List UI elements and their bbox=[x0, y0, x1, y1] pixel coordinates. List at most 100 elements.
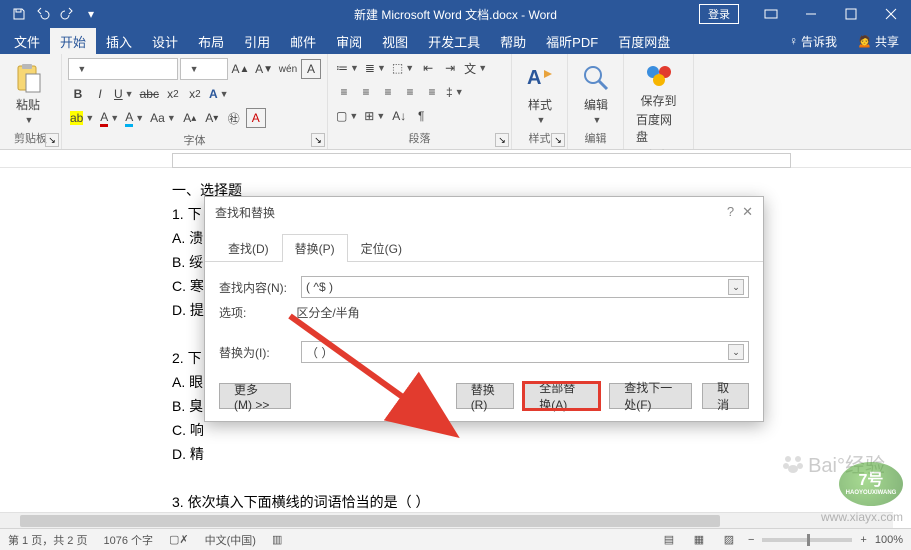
highlight-icon[interactable]: ab▼ bbox=[68, 108, 96, 128]
undo-icon[interactable] bbox=[32, 3, 54, 25]
text-effects-icon[interactable]: A▼ bbox=[207, 84, 231, 104]
tab-review[interactable]: 审阅 bbox=[326, 28, 372, 55]
ruler[interactable] bbox=[0, 150, 911, 168]
zoom-slider[interactable] bbox=[762, 538, 852, 542]
char-shading-icon[interactable]: A▼ bbox=[123, 108, 146, 128]
tab-layout[interactable]: 布局 bbox=[188, 28, 234, 55]
tab-view[interactable]: 视图 bbox=[372, 28, 418, 55]
strikethrough-icon[interactable]: abc bbox=[138, 84, 161, 104]
insert-mode-icon[interactable]: ▥ bbox=[272, 533, 282, 546]
tab-help[interactable]: 帮助 bbox=[490, 28, 536, 55]
tab-insert[interactable]: 插入 bbox=[96, 28, 142, 55]
clear-format-icon[interactable]: A bbox=[246, 108, 266, 128]
find-history-dropdown-icon[interactable]: ⌄ bbox=[728, 279, 744, 295]
replace-with-input[interactable]: （ ） ⌄ bbox=[301, 341, 749, 363]
increase-indent-icon[interactable]: ⇥ bbox=[440, 58, 460, 78]
decrease-indent-icon[interactable]: ⇤ bbox=[418, 58, 438, 78]
tab-baidu[interactable]: 百度网盘 bbox=[608, 28, 680, 55]
font-name-combo[interactable]: .▼ bbox=[68, 58, 178, 80]
close-icon[interactable] bbox=[871, 0, 911, 28]
cancel-button[interactable]: 取消 bbox=[702, 383, 749, 409]
distributed-icon[interactable]: ≡ bbox=[422, 82, 442, 102]
ribbon-display-icon[interactable] bbox=[751, 0, 791, 28]
font-launcher-icon[interactable]: ↘ bbox=[311, 133, 325, 147]
qat-customize-icon[interactable]: ▾ bbox=[80, 3, 102, 25]
char-border-icon[interactable]: A bbox=[301, 59, 321, 79]
tab-pdf[interactable]: 福昕PDF bbox=[536, 28, 608, 55]
align-center-icon[interactable]: ≡ bbox=[356, 82, 376, 102]
redo-icon[interactable] bbox=[56, 3, 78, 25]
replace-history-dropdown-icon[interactable]: ⌄ bbox=[728, 344, 744, 360]
align-right-icon[interactable]: ≡ bbox=[378, 82, 398, 102]
line-spacing-icon[interactable]: ‡▼ bbox=[444, 82, 466, 102]
save-baidu-button[interactable]: 保存到 百度网盘 bbox=[630, 58, 687, 145]
minimize-icon[interactable] bbox=[791, 0, 831, 28]
tab-find-d[interactable]: 查找(D) bbox=[215, 234, 282, 262]
maximize-icon[interactable] bbox=[831, 0, 871, 28]
tab-devtools[interactable]: 开发工具 bbox=[418, 28, 490, 55]
bold-icon[interactable]: B bbox=[68, 84, 88, 104]
find-next-button[interactable]: 查找下一处(F) bbox=[609, 383, 692, 409]
horizontal-scrollbar[interactable] bbox=[0, 512, 893, 528]
save-icon[interactable] bbox=[8, 3, 30, 25]
status-words[interactable]: 1076 个字 bbox=[103, 532, 153, 548]
borders-icon[interactable]: ⊞▼ bbox=[362, 106, 387, 126]
tab-replace-p[interactable]: 替换(P) bbox=[282, 234, 348, 262]
dialog-help-icon[interactable]: ? bbox=[727, 204, 734, 220]
tab-goto-g[interactable]: 定位(G) bbox=[348, 234, 415, 262]
shrink-font2-icon[interactable]: A▾ bbox=[202, 108, 222, 128]
dialog-close-icon[interactable]: ✕ bbox=[742, 204, 753, 220]
shrink-font-icon[interactable]: A▼ bbox=[253, 59, 275, 79]
tellme-button[interactable]: ♀告诉我 bbox=[781, 29, 845, 54]
show-marks-icon[interactable]: ¶ bbox=[411, 106, 431, 126]
superscript-icon[interactable]: x2 bbox=[185, 84, 205, 104]
tab-file[interactable]: 文件 bbox=[4, 28, 50, 55]
share-button[interactable]: 🙍共享 bbox=[849, 29, 907, 54]
status-language[interactable]: 中文(中国) bbox=[205, 532, 256, 548]
bullets-icon[interactable]: ≔▼ bbox=[334, 58, 361, 78]
tab-home[interactable]: 开始 bbox=[50, 28, 96, 55]
replace-button[interactable]: 替换(R) bbox=[456, 383, 515, 409]
find-what-input[interactable]: ( ^$ ) ⌄ bbox=[301, 276, 749, 298]
paragraph-launcher-icon[interactable]: ↘ bbox=[495, 133, 509, 147]
clipboard-launcher-icon[interactable]: ↘ bbox=[45, 133, 59, 147]
editing-button[interactable]: 编辑 ▼ bbox=[574, 62, 618, 125]
zoom-out-icon[interactable]: − bbox=[748, 534, 754, 546]
styles-launcher-icon[interactable]: ↘ bbox=[551, 133, 565, 147]
enclose-chars-icon[interactable]: ㊓ bbox=[224, 108, 244, 128]
zoom-in-icon[interactable]: + bbox=[860, 534, 866, 546]
sort-icon[interactable]: A↓ bbox=[389, 106, 409, 126]
more-button[interactable]: 更多(M) >> bbox=[219, 383, 291, 409]
phonetic-guide-icon[interactable]: wén bbox=[277, 59, 299, 79]
login-button[interactable]: 登录 bbox=[699, 4, 739, 24]
tab-design[interactable]: 设计 bbox=[142, 28, 188, 55]
dialog-titlebar[interactable]: 查找和替换 ? ✕ bbox=[205, 197, 763, 227]
zoom-level[interactable]: 100% bbox=[875, 534, 903, 546]
styles-button[interactable]: A 样式 ▼ bbox=[518, 62, 562, 125]
multilevel-icon[interactable]: ⬚▼ bbox=[390, 58, 416, 78]
numbering-icon[interactable]: ≣▼ bbox=[363, 58, 388, 78]
subscript-icon[interactable]: x2 bbox=[163, 84, 183, 104]
spellcheck-icon[interactable]: ▢✗ bbox=[169, 533, 189, 546]
paste-button[interactable]: 粘贴 ▼ bbox=[6, 62, 50, 125]
readmode-view-icon[interactable]: ▤ bbox=[658, 532, 680, 548]
web-layout-view-icon[interactable]: ▨ bbox=[718, 532, 740, 548]
tab-mailings[interactable]: 邮件 bbox=[280, 28, 326, 55]
underline-icon[interactable]: U▼ bbox=[112, 84, 136, 104]
status-bar: 第 1 页，共 2 页 1076 个字 ▢✗ 中文(中国) ▥ ▤ ▦ ▨ − … bbox=[0, 528, 911, 550]
print-layout-view-icon[interactable]: ▦ bbox=[688, 532, 710, 548]
italic-icon[interactable]: I bbox=[90, 84, 110, 104]
status-page[interactable]: 第 1 页，共 2 页 bbox=[8, 532, 87, 548]
align-left-icon[interactable]: ≡ bbox=[334, 82, 354, 102]
font-color-icon[interactable]: A▼ bbox=[98, 108, 121, 128]
grow-font2-icon[interactable]: A▴ bbox=[180, 108, 200, 128]
change-case-icon[interactable]: Aa▼ bbox=[148, 108, 178, 128]
scrollbar-thumb[interactable] bbox=[20, 515, 720, 527]
justify-icon[interactable]: ≡ bbox=[400, 82, 420, 102]
asian-layout-icon[interactable]: 文▼ bbox=[462, 58, 489, 78]
replace-all-button[interactable]: 全部替换(A) bbox=[524, 383, 599, 409]
shading-icon[interactable]: ▢▼ bbox=[334, 106, 360, 126]
grow-font-icon[interactable]: A▲ bbox=[230, 59, 252, 79]
tab-references[interactable]: 引用 bbox=[234, 28, 280, 55]
font-size-combo[interactable]: .▼ bbox=[180, 58, 227, 80]
